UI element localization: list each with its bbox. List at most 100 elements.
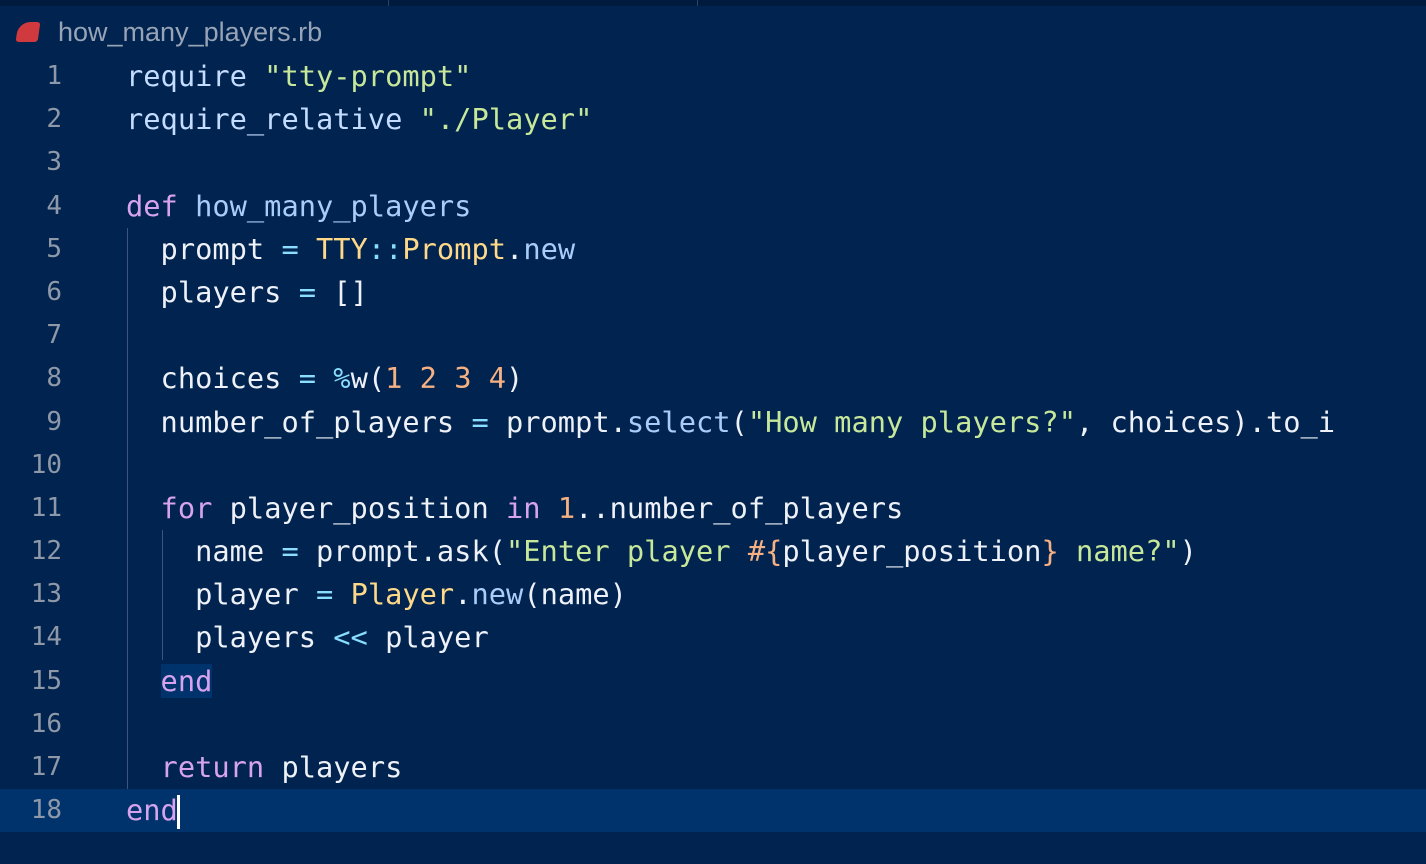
line-number[interactable]: 2 [0,98,62,141]
line-number[interactable]: 12 [0,530,62,573]
line-number[interactable]: 8 [0,357,62,400]
code-line[interactable]: 6 players = [] [0,270,1426,315]
code-token: number_of_players [126,404,472,439]
file-tab[interactable]: how_many_players.rb [0,10,322,54]
line-number[interactable]: 16 [0,703,62,746]
line-number[interactable]: 14 [0,616,62,659]
code-token: w( [350,361,386,396]
line-code: players = [] [126,271,368,314]
code-token: % [333,361,351,396]
code-token: ..number_of_players [575,490,904,525]
code-line[interactable]: 2 require_relative "./Player" [0,98,1426,141]
tab-separator [697,0,698,6]
code-token: name?" [1058,534,1180,569]
code-token: 1 [557,490,576,525]
code-line[interactable]: 9 number_of_players = prompt.select("How… [0,400,1426,444]
code-token: "Enter player [506,534,748,569]
code-token: require_relative [126,102,420,137]
code-line[interactable]: 1 require "tty-prompt" [0,55,1426,98]
code-line[interactable]: 3 [0,141,1426,184]
code-line[interactable]: 5 prompt = TTY::Prompt.new [0,227,1426,271]
code-token: Prompt [402,231,507,266]
line-code: number_of_players = prompt.select("How m… [126,401,1336,444]
line-code: return players [126,746,403,789]
line-number[interactable]: 18 [0,789,62,832]
line-number[interactable]: 5 [0,228,62,271]
line-number[interactable]: 11 [0,487,62,530]
indent-guide [127,702,128,746]
code-token: } [1041,534,1059,569]
code-line[interactable]: 16 [0,702,1426,746]
line-number[interactable]: 6 [0,271,62,314]
line-number[interactable]: 15 [0,660,62,703]
code-token: #{ [747,534,783,569]
code-token: "tty-prompt" [264,59,472,93]
line-code: for player_position in 1..number_of_play… [126,487,904,530]
line-code: require_relative "./Player" [126,98,592,141]
code-token: ) [506,361,524,396]
code-token: end [126,793,178,828]
indent-guide [127,314,128,358]
code-token: "./Player" [419,102,593,137]
code-token: = [298,361,316,396]
code-line[interactable]: 18 end [0,789,1426,833]
file-name: how_many_players.rb [58,16,323,47]
code-line[interactable]: 7 [0,314,1426,358]
code-line[interactable]: 13 player = Player.new(name) [0,573,1426,617]
tab-separator [388,0,389,6]
code-line[interactable]: 15 end [0,659,1426,703]
code-token: = [316,577,334,612]
line-number[interactable]: 17 [0,746,62,789]
code-token: ( [730,404,748,439]
code-token: , choices).to_i [1075,404,1336,439]
line-number[interactable]: 1 [0,55,62,98]
code-token: = [281,534,299,569]
code-token: player [126,577,316,612]
code-token: def [126,188,196,223]
code-line[interactable]: 12 name = prompt.ask("Enter player #{pla… [0,530,1426,574]
line-number[interactable]: 4 [0,185,62,228]
ruby-file-icon [15,22,41,42]
line-code: prompt = TTY::Prompt.new [126,228,576,271]
code-token: for [160,490,213,525]
code-token: player_position [212,490,506,525]
code-token: prompt.ask( [298,534,506,569]
line-number[interactable]: 10 [0,444,62,487]
code-token: require [126,59,265,93]
line-code: name = prompt.ask("Enter player #{player… [126,530,1197,573]
code-line[interactable]: 11 for player_position in 1..number_of_p… [0,486,1426,531]
code-token: . [454,577,472,612]
code-token: :: [367,231,403,266]
code-line[interactable]: 8 choices = %w(1 2 3 4) [0,357,1426,401]
line-code: players << player [126,616,489,659]
code-token: new [471,577,524,612]
code-token: [] [316,274,368,309]
line-number[interactable]: 7 [0,314,62,357]
code-token: players [126,274,299,309]
code-token: = [471,404,489,439]
code-token: how_many_players [195,188,472,223]
indent-guide [127,443,128,487]
code-token: 1 2 3 4 [385,361,507,396]
code-line[interactable]: 10 [0,443,1426,487]
code-token: end [160,663,213,698]
code-token: . [506,231,524,266]
code-line[interactable]: 14 players << player [0,616,1426,660]
line-code: end [126,660,213,703]
line-number[interactable]: 9 [0,401,62,444]
line-number[interactable]: 13 [0,573,62,616]
code-line[interactable]: 17 return players [0,746,1426,790]
code-token: "How many players?" [747,404,1076,439]
code-line[interactable]: 4 def how_many_players [0,185,1426,228]
line-code: player = Player.new(name) [126,573,627,616]
code-editor[interactable]: 1 require "tty-prompt" 2 require_relative "… [0,55,1426,833]
line-number[interactable]: 3 [0,141,62,184]
code-token: ) [1179,534,1197,569]
code-token: player [367,620,489,655]
code-token: = [281,231,299,266]
